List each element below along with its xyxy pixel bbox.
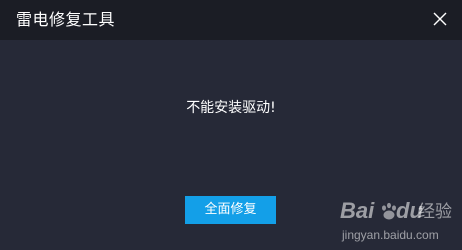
watermark-brand-left: Bai (340, 198, 375, 223)
watermark-brand-suffix: 经验 (418, 202, 452, 222)
watermark-url: jingyan.baidu.com (342, 228, 439, 242)
error-message: 不能安装驱动! (186, 100, 276, 116)
baidu-jingyan-watermark: Bai du 经验 jingyan.baidu.com (336, 196, 456, 248)
close-icon[interactable] (431, 10, 449, 28)
dialog-titlebar[interactable]: 雷电修复工具 (0, 0, 462, 40)
paw-icon (378, 200, 400, 222)
full-repair-button[interactable]: 全面修复 (185, 196, 276, 224)
repair-tool-dialog: 雷电修复工具 不能安装驱动! 全面修复 Bai du 经验 jingyan.ba… (0, 0, 462, 250)
watermark-brand-right: du (396, 198, 423, 223)
dialog-title: 雷电修复工具 (16, 10, 116, 29)
watermark-logo: Bai du 经验 (336, 196, 456, 226)
